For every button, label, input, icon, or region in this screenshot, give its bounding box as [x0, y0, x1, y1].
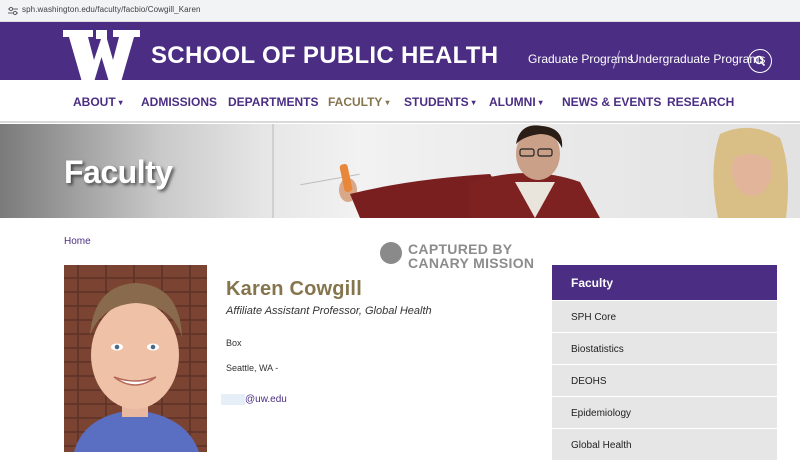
- sidebar-heading[interactable]: Faculty: [552, 265, 777, 300]
- hero-banner: Faculty: [0, 124, 800, 218]
- faculty-location: Seattle, WA -: [226, 363, 279, 373]
- nav-students[interactable]: STUDENTS ▾: [404, 95, 476, 109]
- search-button[interactable]: [748, 49, 772, 73]
- sidebar-item-biostatistics[interactable]: Biostatistics: [552, 332, 777, 364]
- sidebar-item-sph-core[interactable]: SPH Core: [552, 300, 777, 332]
- main-navigation: ABOUT ▾ ADMISSIONS DEPARTMENTS FACULTY ▾ S…: [0, 80, 800, 123]
- nav-faculty[interactable]: FACULTY ▾: [328, 95, 389, 109]
- redacted-email-user: [221, 394, 245, 405]
- nav-departments[interactable]: DEPARTMENTS: [228, 95, 318, 109]
- faculty-name: Karen Cowgill: [226, 278, 362, 300]
- chevron-down-icon: ▾: [538, 98, 543, 107]
- nav-news-events[interactable]: NEWS & EVENTS: [562, 95, 661, 109]
- sidebar-item-epidemiology[interactable]: Epidemiology: [552, 396, 777, 428]
- search-icon: [754, 55, 766, 67]
- school-name[interactable]: SCHOOL OF PUBLIC HEALTH: [151, 42, 498, 70]
- nav-about[interactable]: ABOUT ▾: [73, 95, 123, 109]
- watermark-line-2: CANARY MISSION: [408, 255, 535, 271]
- browser-address-bar[interactable]: sph.washington.edu/faculty/facbio/Cowgil…: [0, 0, 800, 22]
- sidebar-item-deohs[interactable]: DEOHS: [552, 364, 777, 396]
- breadcrumb-home-link[interactable]: Home: [64, 236, 91, 247]
- undergraduate-programs-link[interactable]: Undergraduate Programs: [630, 52, 765, 66]
- watermark-seal-icon: [380, 242, 402, 264]
- whiteboard-edge: [272, 124, 274, 218]
- profile-photo: [64, 265, 207, 452]
- nav-research[interactable]: RESEARCH: [667, 95, 734, 109]
- url-text[interactable]: sph.washington.edu/faculty/facbio/Cowgil…: [22, 5, 201, 14]
- chevron-down-icon: ▾: [471, 98, 476, 107]
- chevron-down-icon: ▾: [118, 98, 123, 107]
- hero-photo: [339, 125, 788, 218]
- sidebar-item-global-health[interactable]: Global Health: [552, 428, 777, 460]
- site-settings-icon[interactable]: [7, 5, 19, 17]
- faculty-title: Affiliate Assistant Professor, Global He…: [226, 305, 432, 317]
- faculty-sidebar: Faculty SPH Core Biostatistics DEOHS Epi…: [552, 265, 777, 460]
- nav-alumni[interactable]: ALUMNI ▾: [489, 95, 543, 109]
- uw-logo[interactable]: [63, 30, 140, 82]
- nav-admissions[interactable]: ADMISSIONS: [141, 95, 217, 109]
- hero-title: Faculty: [64, 154, 173, 190]
- mailing-box: Box: [226, 338, 242, 348]
- site-header: SCHOOL OF PUBLIC HEALTH Graduate Program…: [0, 22, 800, 82]
- chevron-down-icon: ▾: [385, 98, 390, 107]
- faculty-email-link[interactable]: @uw.edu: [245, 394, 287, 405]
